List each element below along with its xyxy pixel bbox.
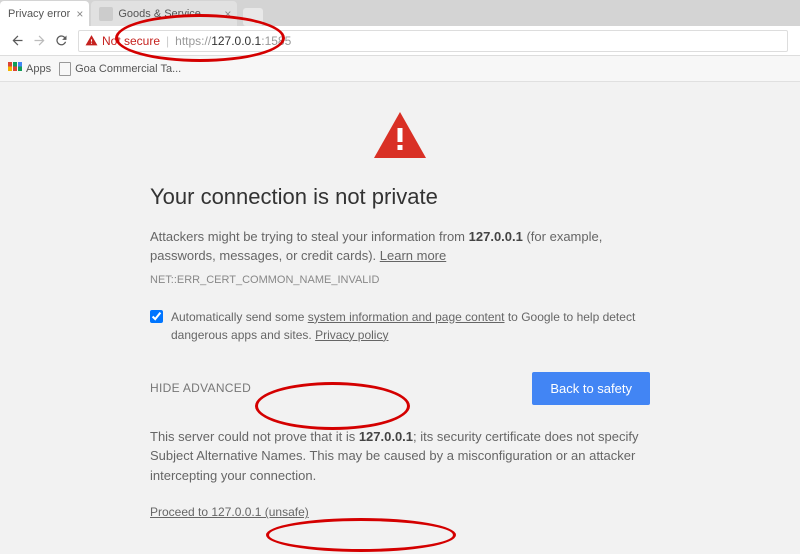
url-scheme: https:// [175, 34, 211, 48]
tab-title: Goods & Service Tax (GS [118, 8, 218, 20]
annotation-ellipse [266, 518, 456, 552]
new-tab-button[interactable] [243, 8, 263, 26]
page-title: Your connection is not private [150, 184, 650, 210]
opt-in-checkbox[interactable] [150, 310, 163, 323]
toolbar: Not secure | https://127.0.0.1:1585 [0, 26, 800, 56]
button-row: HIDE ADVANCED Back to safety [150, 372, 650, 405]
bookmark-label: Goa Commercial Ta... [75, 63, 181, 75]
close-icon[interactable]: × [224, 7, 231, 21]
back-button[interactable] [6, 30, 28, 52]
apps-grid-icon [8, 62, 22, 76]
proceed-unsafe-link[interactable]: Proceed to 127.0.0.1 (unsafe) [150, 505, 309, 519]
system-info-link[interactable]: system information and page content [308, 310, 505, 324]
reload-button[interactable] [50, 30, 72, 52]
intro-paragraph: Attackers might be trying to steal your … [150, 228, 650, 266]
url-host: 127.0.0.1 [211, 34, 261, 48]
apps-shortcut[interactable]: Apps [8, 62, 51, 76]
tab-title: Privacy error [8, 8, 70, 20]
apps-label: Apps [26, 63, 51, 75]
tab-strip: Privacy error × Goods & Service Tax (GS … [0, 0, 800, 26]
tab-privacy-error[interactable]: Privacy error × [0, 1, 89, 26]
page-icon [59, 62, 71, 76]
favicon-icon [99, 7, 113, 21]
bookmarks-bar: Apps Goa Commercial Ta... [0, 56, 800, 82]
address-bar[interactable]: Not secure | https://127.0.0.1:1585 [78, 30, 788, 52]
warning-triangle-icon [85, 34, 98, 47]
opt-in-text: Automatically send some system informati… [171, 308, 650, 344]
learn-more-link[interactable]: Learn more [380, 248, 446, 263]
not-secure-label: Not secure [102, 34, 160, 48]
url-port: :1585 [261, 34, 291, 48]
privacy-policy-link[interactable]: Privacy policy [315, 328, 388, 342]
warning-triangle-icon [374, 112, 426, 158]
hide-advanced-button[interactable]: HIDE ADVANCED [150, 381, 251, 395]
tab-gst[interactable]: Goods & Service Tax (GS × [91, 1, 237, 26]
bookmark-item[interactable]: Goa Commercial Ta... [59, 62, 181, 76]
back-to-safety-button[interactable]: Back to safety [532, 372, 650, 405]
advanced-explanation: This server could not prove that it is 1… [150, 427, 650, 486]
not-secure-badge[interactable]: Not secure [85, 34, 160, 48]
error-code: NET::ERR_CERT_COMMON_NAME_INVALID [150, 274, 650, 286]
forward-button[interactable] [28, 30, 50, 52]
page-content: Your connection is not private Attackers… [0, 82, 800, 521]
opt-in-row: Automatically send some system informati… [150, 308, 650, 344]
separator: | [166, 34, 169, 48]
close-icon[interactable]: × [76, 7, 83, 21]
